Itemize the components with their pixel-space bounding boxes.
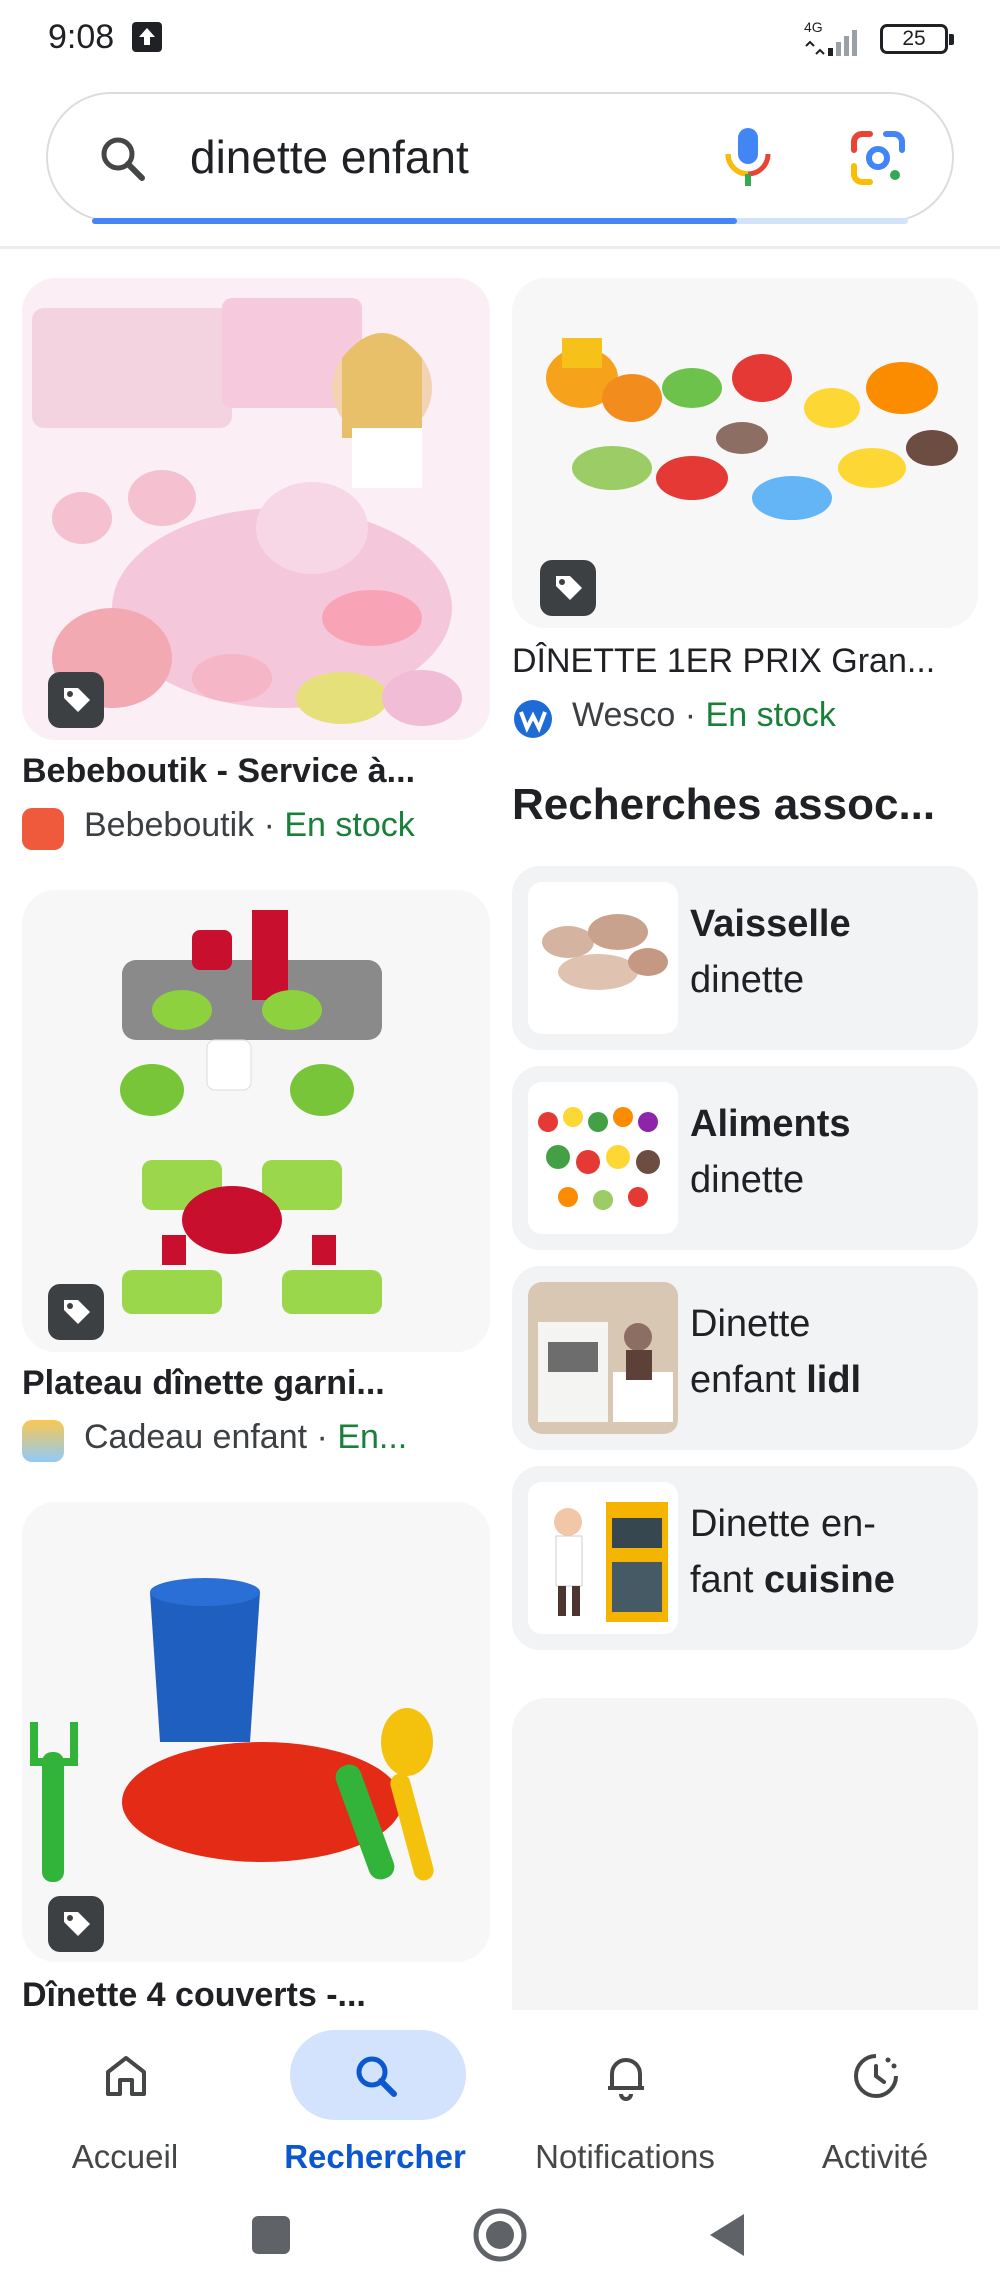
result-merchant-line: Wesco · En stock: [572, 696, 978, 735]
nav-label: Rechercher: [284, 2138, 466, 2175]
related-thumbnail: [528, 882, 678, 1034]
related-text: Vaisselle dinette: [690, 896, 851, 1008]
related-search-dinette-enfant-lidl[interactable]: Dinette enfant lidl: [512, 1266, 978, 1450]
back-icon[interactable]: [694, 2200, 764, 2270]
related-text: Aliments dinette: [690, 1096, 850, 1208]
related-search-vaisselle-dinette[interactable]: Vaisselle dinette: [512, 866, 978, 1050]
merchant-name: Wesco: [572, 696, 676, 734]
nav-label: Activité: [821, 2138, 929, 2175]
search-bar[interactable]: dinette enfant: [46, 92, 954, 222]
merchant-logo-icon: [22, 1420, 64, 1462]
related-search-aliments-dinette[interactable]: Aliments dinette: [512, 1066, 978, 1250]
related-text: Dinette enfant lidl: [690, 1296, 861, 1408]
related-term-prefix: fant: [690, 1559, 764, 1601]
merchant-logo-icon: [512, 698, 554, 740]
home-button-icon[interactable]: [465, 2200, 535, 2270]
home-icon: [106, 2056, 146, 2096]
result-image-tray-set[interactable]: [22, 890, 490, 1352]
nav-label: Accueil: [71, 2138, 179, 2175]
tray-set-illustration: [22, 890, 490, 1352]
shopping-tag-icon: [48, 672, 104, 728]
nav-item-accueil[interactable]: Accueil: [0, 2020, 250, 2175]
merchant-name: Bebeboutik: [84, 806, 255, 844]
related-thumbnail: [528, 1082, 678, 1234]
search-icon: [356, 2056, 397, 2097]
related-thumbnail: [528, 1482, 678, 1634]
related-term-bold: cuisine: [763, 1559, 895, 1601]
result-title[interactable]: DÎNETTE 1ER PRIX Gran...: [512, 642, 978, 681]
status-bar: 9:08 4G 25: [0, 0, 1000, 76]
merchant-logo-icon: [22, 808, 64, 850]
nav-label: Notifications: [535, 2138, 715, 2175]
search-progress-bar: [92, 218, 908, 224]
battery-icon: 25: [880, 24, 954, 54]
result-image-tea-set[interactable]: [22, 278, 490, 740]
system-navigation-bar: [0, 2176, 1000, 2296]
stock-status: En...: [337, 1418, 408, 1456]
related-text: Dinette en- fant cuisine: [690, 1496, 895, 1608]
search-progress-fill: [92, 218, 737, 224]
separator: ·: [316, 1418, 328, 1456]
nav-item-notifications[interactable]: Notifications: [500, 2020, 750, 2175]
related-term-prefix: enfant: [690, 1359, 807, 1401]
result-merchant-line: Cadeau enfant · En...: [84, 1418, 490, 1457]
status-time: 9:08: [48, 18, 115, 56]
shopping-tag-icon: [48, 1284, 104, 1340]
stock-status: En stock: [705, 696, 836, 734]
nav-item-rechercher[interactable]: Rechercher: [250, 2020, 500, 2175]
search-input[interactable]: dinette enfant: [190, 130, 469, 184]
related-thumbnail: [528, 1282, 678, 1434]
related-term: Vaisselle: [690, 903, 851, 945]
related-search-dinette-enfant-cuisine[interactable]: Dinette en- fant cuisine: [512, 1466, 978, 1650]
bell-icon: [608, 2058, 644, 2101]
mic-icon[interactable]: [718, 124, 778, 190]
result-merchant-line: Bebeboutik · En stock: [84, 806, 490, 845]
tea-set-illustration: [22, 278, 490, 740]
related-term-suffix: dinette: [690, 959, 805, 1001]
result-image-placeholder[interactable]: [512, 1698, 978, 2010]
related-term: Dinette: [690, 1303, 811, 1345]
nav-item-activite[interactable]: Activité: [750, 2020, 1000, 2175]
related-term: Aliments: [690, 1103, 851, 1145]
activity-icon: [854, 2054, 898, 2098]
related-term-suffix: dinette: [690, 1159, 805, 1201]
divider: [0, 246, 1000, 249]
result-image-cutlery-set[interactable]: [22, 1502, 490, 1962]
lens-icon[interactable]: [848, 128, 908, 188]
bottom-navigation: Accueil Rechercher Notifications Activit…: [0, 2010, 1000, 2175]
result-title[interactable]: Bebeboutik - Service à...: [22, 752, 490, 791]
signal-icon: 4G: [804, 19, 857, 56]
separator: ·: [263, 806, 275, 844]
result-image-play-food[interactable]: [512, 278, 978, 628]
separator: ·: [684, 696, 697, 734]
result-title[interactable]: Dînette 4 couverts -...: [22, 1976, 490, 2010]
merchant-name: Cadeau enfant: [84, 1418, 308, 1456]
upload-icon: [132, 22, 162, 52]
search-icon: [101, 137, 145, 181]
shopping-tag-icon: [48, 1896, 104, 1952]
related-term-bold: lidl: [806, 1359, 862, 1401]
shopping-tag-icon: [540, 560, 596, 616]
cutlery-set-illustration: [22, 1502, 490, 1962]
network-type: 4G: [804, 19, 823, 35]
recent-apps-icon[interactable]: [236, 2200, 306, 2270]
result-title[interactable]: Plateau dînette garni...: [22, 1364, 490, 1403]
related-term: Dinette en-: [690, 1503, 876, 1545]
stock-status: En stock: [284, 806, 415, 844]
related-searches-heading: Recherches assoc...: [512, 780, 936, 829]
